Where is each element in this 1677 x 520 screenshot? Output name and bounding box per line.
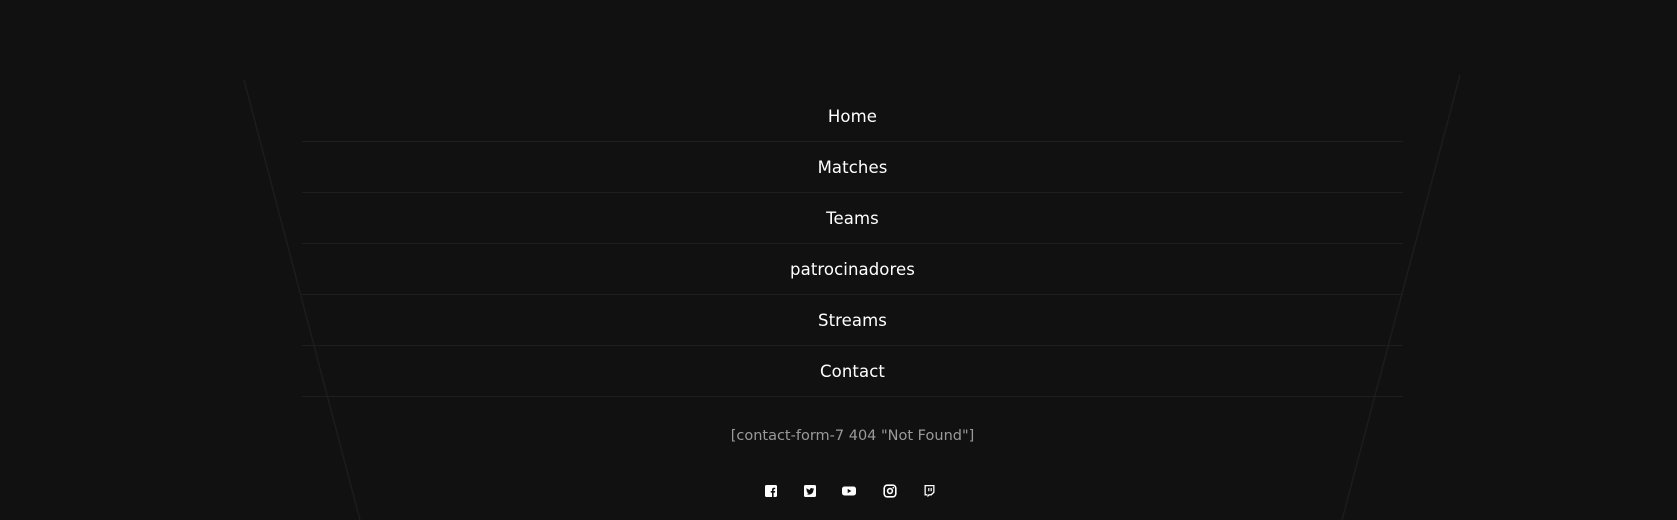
menu-item-patrocinadores[interactable]: patrocinadores xyxy=(302,244,1403,295)
menu-item-teams[interactable]: Teams xyxy=(302,193,1403,244)
menu-item-label: Teams xyxy=(826,208,879,228)
social-icons-row xyxy=(0,483,1677,499)
menu-item-label: Streams xyxy=(818,310,887,330)
twitter-icon[interactable] xyxy=(803,483,817,497)
menu-item-contact[interactable]: Contact xyxy=(302,346,1403,397)
menu-item-streams[interactable]: Streams xyxy=(302,295,1403,346)
menu-item-label: Contact xyxy=(820,361,885,381)
menu-item-home[interactable]: Home xyxy=(302,91,1403,142)
main-menu: Home Matches Teams patrocinadores Stream… xyxy=(302,91,1403,397)
twitch-icon[interactable] xyxy=(922,483,936,498)
menu-item-label: Matches xyxy=(817,157,888,177)
menu-item-matches[interactable]: Matches xyxy=(302,142,1403,193)
menu-item-label: patrocinadores xyxy=(790,259,915,279)
instagram-icon[interactable] xyxy=(883,483,897,498)
menu-item-label: Home xyxy=(827,106,878,126)
facebook-icon[interactable] xyxy=(764,483,778,497)
contact-form-shortcode-text: [contact-form-7 404 "Not Found"] xyxy=(730,428,975,444)
youtube-icon[interactable] xyxy=(842,483,856,497)
